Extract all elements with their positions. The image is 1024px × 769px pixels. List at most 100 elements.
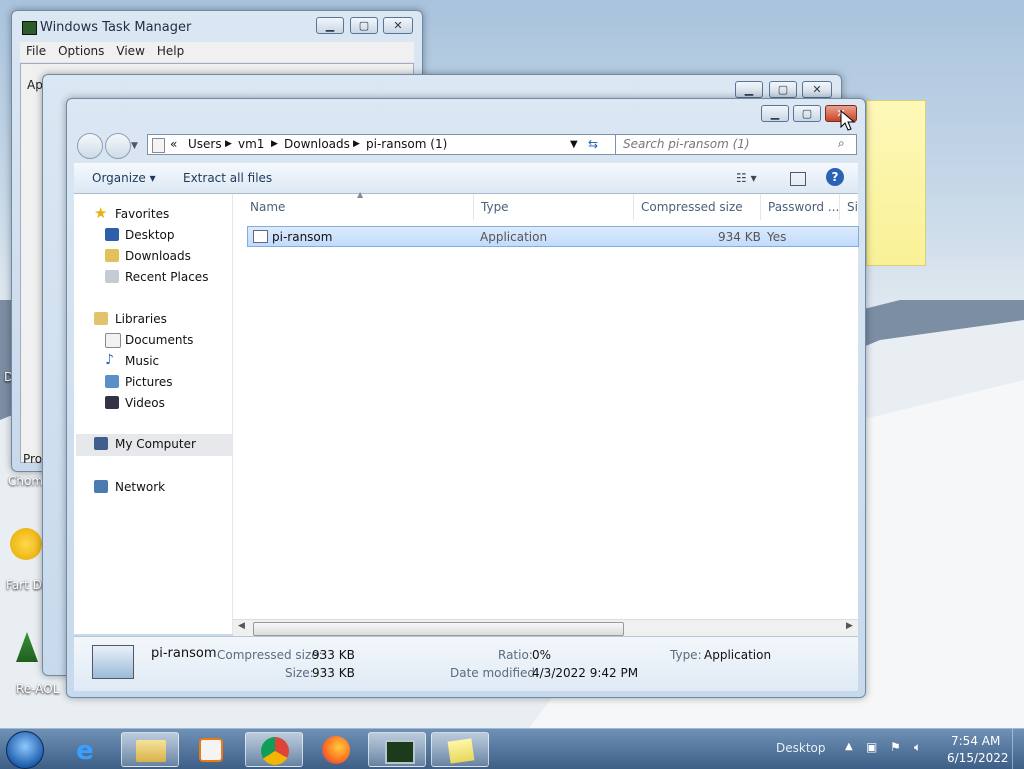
extract-all-button[interactable]: Extract all files	[183, 171, 272, 185]
task-manager-icon	[22, 21, 37, 35]
tm-menu-view[interactable]: View	[110, 42, 150, 60]
bg-close-button[interactable]: ✕	[802, 81, 832, 98]
show-desktop-button[interactable]	[1012, 729, 1024, 769]
taskbar-windows-explorer[interactable]	[121, 732, 179, 767]
network-tray-icon[interactable]: ▣	[866, 740, 877, 754]
tm-close-button[interactable]: ✕	[383, 17, 413, 34]
folder-location-icon	[152, 138, 165, 153]
recent-pages-dropdown[interactable]: ▼	[131, 141, 138, 151]
breadcrumb-separator-icon[interactable]: ▶	[225, 139, 232, 149]
nav-my-computer[interactable]: My Computer	[76, 434, 232, 456]
action-center-flag-icon[interactable]: ⚑	[890, 740, 901, 754]
volume-icon[interactable]: 🔈︎	[914, 740, 921, 755]
bg-minimize-button[interactable]: ▁	[735, 81, 763, 98]
details-size-label: Size:	[285, 666, 314, 680]
star-icon: ★	[94, 204, 108, 222]
nav-videos[interactable]: Videos	[74, 393, 232, 413]
libraries-icon	[94, 312, 108, 325]
emoji-shortcut-icon[interactable]	[10, 528, 42, 560]
computer-icon	[94, 437, 108, 450]
bg-maximize-button[interactable]: ▢	[769, 81, 797, 98]
task-manager-title: Windows Task Manager	[40, 20, 192, 35]
refresh-icon[interactable]: ⇆	[588, 137, 598, 151]
help-icon[interactable]: ?	[826, 168, 844, 186]
nav-pictures[interactable]: Pictures	[74, 372, 232, 392]
preview-pane-icon[interactable]	[790, 172, 806, 186]
view-options-icon[interactable]: ☷ ▾	[736, 171, 757, 185]
column-header-type[interactable]: Type	[473, 194, 634, 220]
breadcrumb-downloads[interactable]: Downloads	[284, 137, 350, 151]
search-box[interactable]: Search pi-ransom (1) ⌕	[615, 134, 857, 155]
column-header-size[interactable]: Si	[839, 194, 858, 220]
back-button[interactable]	[77, 133, 103, 159]
sticky-note[interactable]	[866, 100, 926, 266]
tm-minimize-button[interactable]: ▁	[316, 17, 344, 34]
column-header-name[interactable]: Name ▲	[242, 190, 474, 220]
breadcrumb-pi-ransom[interactable]: pi-ransom (1)	[366, 137, 447, 151]
tm-menu-options[interactable]: Options	[52, 42, 110, 60]
large-application-icon	[92, 645, 134, 679]
taskbar-media-player[interactable]	[182, 732, 240, 767]
taskbar-internet-explorer[interactable]: e	[60, 732, 118, 767]
details-pane: pi-ransom Compressed size: 933 KB Size: …	[74, 636, 858, 691]
details-type-value: Application	[704, 648, 772, 662]
scroll-right-icon[interactable]: ▶	[846, 621, 853, 631]
start-button[interactable]	[6, 731, 44, 769]
search-icon[interactable]: ⌕	[838, 136, 845, 151]
scroll-left-icon[interactable]: ◀	[238, 621, 245, 631]
nav-downloads[interactable]: Downloads	[74, 246, 232, 266]
search-input[interactable]: Search pi-ransom (1)	[623, 137, 750, 151]
breadcrumb-users[interactable]: Users	[188, 137, 222, 151]
nav-libraries[interactable]: Libraries	[74, 309, 232, 329]
details-ratio-value: 0%	[532, 648, 552, 662]
details-compressed-value: 933 KB	[312, 648, 355, 662]
column-header-password[interactable]: Password ...	[760, 194, 840, 220]
table-row[interactable]: pi-ransom Application 934 KB Yes	[247, 226, 859, 247]
network-icon	[94, 480, 108, 493]
address-dropdown-icon[interactable]: ▼	[570, 139, 578, 150]
clock-time[interactable]: 7:54 AM	[951, 734, 1000, 748]
nav-documents[interactable]: Documents	[74, 330, 232, 350]
nav-music[interactable]: ♪ Music	[74, 351, 232, 371]
breadcrumb-separator-icon[interactable]: ▶	[353, 139, 360, 149]
address-bar[interactable]: « Users ▶ vm1 ▶ Downloads ▶ pi-ransom (1…	[147, 134, 675, 155]
minimize-button[interactable]: ▁	[761, 105, 789, 122]
clock-date[interactable]: 6/15/2022	[947, 751, 1009, 765]
desktop-icon-label-aol[interactable]: Re-AOL	[16, 682, 59, 696]
forward-button[interactable]	[105, 133, 131, 159]
breadcrumb-overflow[interactable]: «	[170, 137, 177, 151]
tm-menu-help[interactable]: Help	[151, 42, 190, 60]
nav-desktop[interactable]: Desktop	[74, 225, 232, 245]
row-type: Application	[480, 230, 548, 244]
taskbar-task-manager[interactable]	[368, 732, 426, 767]
task-manager-icon	[385, 740, 415, 764]
maximize-button[interactable]: ▢	[793, 105, 821, 122]
tm-menu-file[interactable]: File	[20, 42, 52, 60]
column-header-compressed-size[interactable]: Compressed size	[633, 194, 761, 220]
file-list: Name ▲ Type Compressed size Password ... …	[233, 190, 859, 634]
row-name: pi-ransom	[272, 230, 333, 244]
internet-explorer-icon: e	[76, 736, 94, 766]
videos-icon	[105, 396, 119, 409]
nav-recent-places[interactable]: Recent Places	[74, 267, 232, 287]
desktop-icon-label-chom[interactable]: Chom	[8, 474, 43, 488]
sort-arrow-icon: ▲	[357, 190, 364, 199]
details-modified-label: Date modified:	[450, 666, 540, 680]
taskbar-sticky-notes[interactable]	[431, 732, 489, 767]
explorer-window[interactable]: ▁ ▢ ✕ ▼ « Users ▶ vm1 ▶ Downloads ▶ pi-r…	[66, 98, 866, 698]
breadcrumb-vm1[interactable]: vm1	[238, 137, 264, 151]
scroll-thumb[interactable]	[253, 622, 624, 636]
tm-maximize-button[interactable]: ▢	[350, 17, 378, 34]
taskbar-firefox[interactable]	[307, 732, 365, 767]
nav-favorites[interactable]: ★ Favorites	[74, 204, 232, 224]
organize-button[interactable]: Organize ▾	[92, 171, 156, 185]
pictures-icon	[105, 375, 119, 388]
show-hidden-icons[interactable]: ▲	[845, 741, 853, 752]
horizontal-scrollbar[interactable]: ◀ ▶	[233, 619, 858, 637]
taskbar-chrome[interactable]	[245, 732, 303, 767]
nav-network[interactable]: Network	[74, 477, 232, 497]
breadcrumb-separator-icon[interactable]: ▶	[271, 139, 278, 149]
desktop-toolbar-label[interactable]: Desktop	[776, 741, 826, 755]
taskbar: e Desktop ▲ ▣ ⚑ 🔈︎ 7:54 AM 6/15/2022	[0, 728, 1024, 769]
tm-tab-fragment[interactable]: Ap	[27, 78, 43, 92]
